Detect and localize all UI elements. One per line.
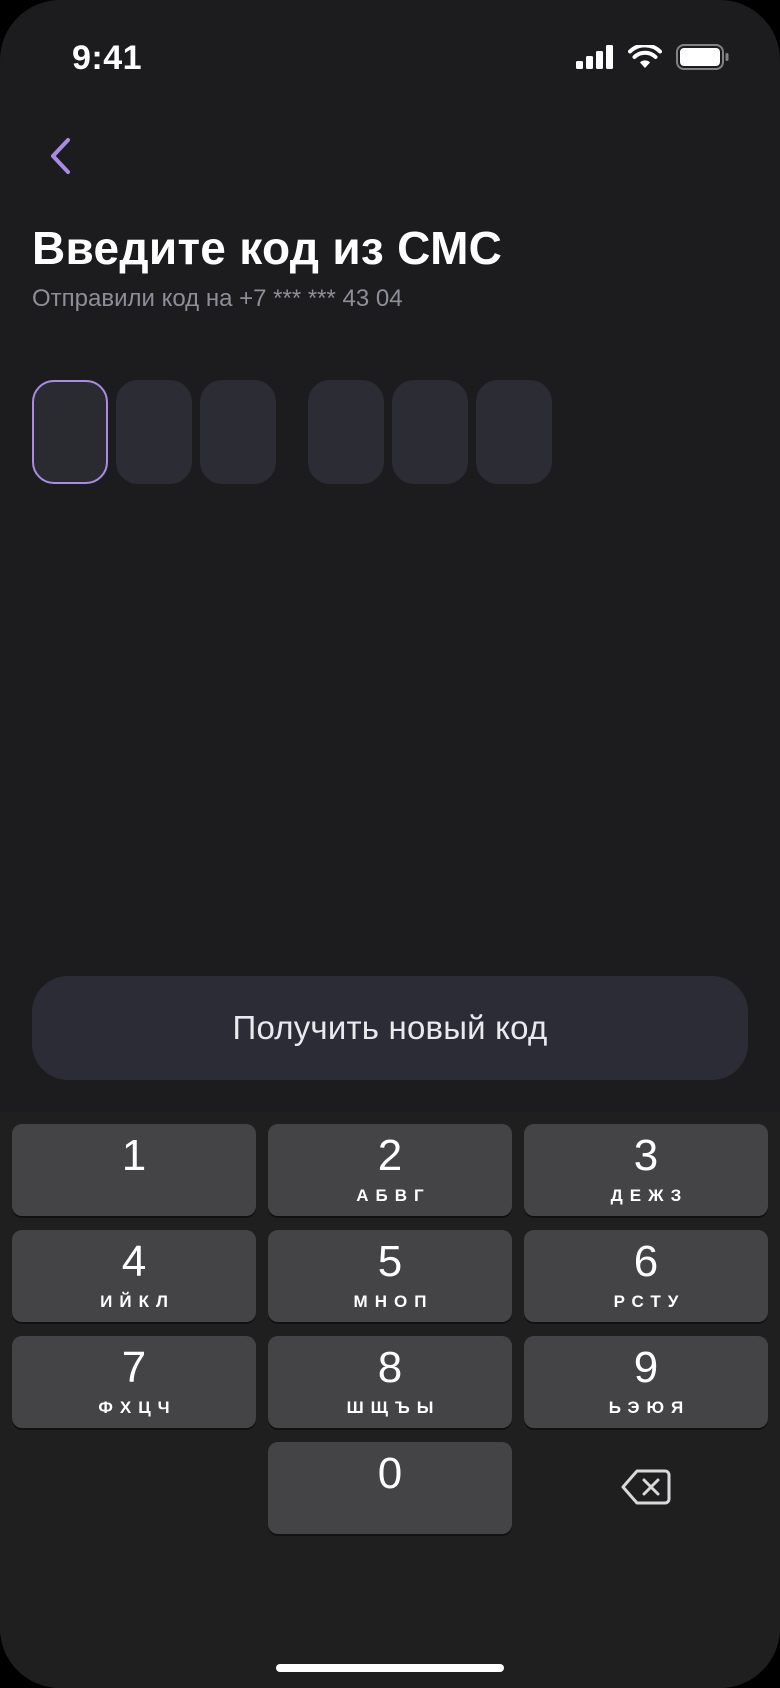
code-input[interactable] [32,380,592,484]
code-digit-box[interactable] [116,380,192,484]
chevron-left-icon [48,137,72,180]
key-4[interactable]: 4 ИЙКЛ [12,1230,256,1322]
key-letters: ДЕЖЗ [610,1186,689,1205]
key-letters: ШЩЪЫ [346,1398,441,1417]
key-6[interactable]: 6 РСТУ [524,1230,768,1322]
page-subtitle: Отправили код на +7 *** *** 43 04 [32,285,403,312]
key-letters: ФХЦЧ [98,1398,177,1417]
cellular-signal-icon [576,45,614,74]
status-time: 9:41 [72,39,143,77]
key-3[interactable]: 3 ДЕЖЗ [524,1124,768,1216]
code-digit-box[interactable] [392,380,468,484]
key-digit: 1 [121,1131,147,1180]
get-new-code-button[interactable]: Получить новый код [32,976,748,1080]
key-letters: МНОП [353,1292,434,1311]
key-1[interactable]: 1 [12,1124,256,1216]
key-letters: РСТУ [613,1292,686,1311]
backspace-icon [621,1468,671,1511]
key-digit: 9 [633,1343,659,1392]
battery-icon [676,44,730,75]
code-digit-box[interactable] [308,380,384,484]
sms-code-screen: 9:41 Введите код из СМС Отправили код на… [0,0,780,1688]
key-7[interactable]: 7 ФХЦЧ [12,1336,256,1428]
back-button[interactable] [30,128,90,188]
key-digit: 2 [377,1131,403,1180]
key-0[interactable]: 0 [268,1442,512,1534]
key-digit: 8 [377,1343,403,1392]
key-digit: 4 [121,1237,147,1286]
home-indicator [276,1664,504,1672]
key-9[interactable]: 9 ЬЭЮЯ [524,1336,768,1428]
key-digit: 7 [121,1343,147,1392]
key-digit: 3 [633,1131,659,1180]
key-5[interactable]: 5 МНОП [268,1230,512,1322]
key-digit: 6 [633,1237,659,1286]
key-2[interactable]: 2 АБВГ [268,1124,512,1216]
code-digit-box[interactable] [200,380,276,484]
page-title: Введите код из СМС [32,222,503,274]
status-bar: 9:41 [0,0,780,110]
delete-key[interactable] [611,1459,681,1519]
key-8[interactable]: 8 ШЩЪЫ [268,1336,512,1428]
code-digit-box[interactable] [32,380,108,484]
key-letters: ИЙКЛ [100,1292,175,1311]
key-letters: ЬЭЮЯ [608,1398,691,1417]
wifi-icon [628,43,662,74]
code-digit-box[interactable] [476,380,552,484]
status-icons [576,43,730,75]
key-letters: АБВГ [356,1186,431,1205]
key-digit: 5 [377,1237,403,1286]
key-digit: 0 [377,1449,403,1498]
